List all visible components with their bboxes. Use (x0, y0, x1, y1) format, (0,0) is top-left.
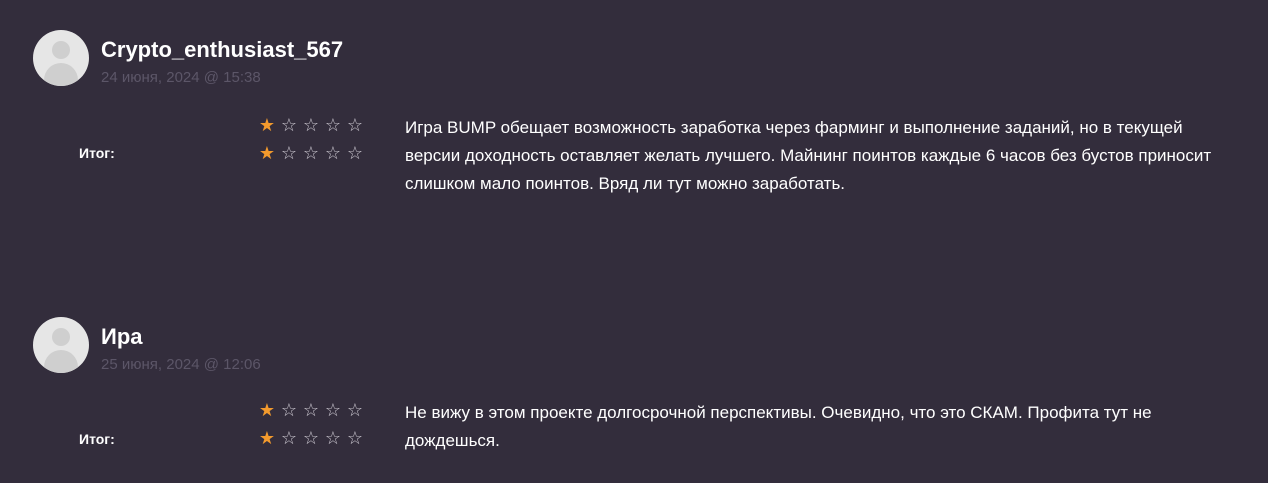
rating-stars: ★ ☆ ☆ ☆ ☆ (257, 401, 365, 421)
reviews-page: { "reviews": [ { "author": "Crypto_enthu… (0, 0, 1268, 483)
empty-star-icon: ☆ (280, 143, 298, 164)
review-author: Crypto_enthusiast_567 (101, 37, 344, 62)
empty-star-icon: ☆ (302, 400, 320, 421)
empty-star-icon: ☆ (346, 115, 364, 136)
filled-star-icon: ★ (258, 115, 276, 136)
empty-star-icon: ☆ (302, 143, 320, 164)
empty-star-icon: ☆ (324, 400, 342, 421)
rating-stars: ★ ☆ ☆ ☆ ☆ (257, 429, 365, 449)
total-label: Итог: (79, 145, 115, 161)
review-text: Игра BUMP обещает возможность заработка … (405, 118, 1212, 193)
user-avatar-icon (33, 317, 89, 373)
empty-star-icon: ☆ (302, 115, 320, 136)
empty-star-icon: ☆ (280, 400, 298, 421)
total-label: Итог: (79, 431, 115, 447)
review-text: Не вижу в этом проекте долгосрочной перс… (405, 403, 1152, 450)
user-avatar-icon (33, 30, 89, 86)
rating-stars: ★ ☆ ☆ ☆ ☆ (257, 116, 365, 136)
empty-star-icon: ☆ (346, 143, 364, 164)
empty-star-icon: ☆ (280, 428, 298, 449)
review-date: 24 июня, 2024 @ 15:38 (101, 69, 261, 86)
empty-star-icon: ☆ (324, 428, 342, 449)
review-author: Ира (101, 324, 143, 349)
filled-star-icon: ★ (258, 400, 276, 421)
empty-star-icon: ☆ (346, 428, 364, 449)
empty-star-icon: ☆ (324, 115, 342, 136)
empty-star-icon: ☆ (280, 115, 298, 136)
filled-star-icon: ★ (258, 143, 276, 164)
review-date: 25 июня, 2024 @ 12:06 (101, 356, 261, 373)
empty-star-icon: ☆ (346, 400, 364, 421)
filled-star-icon: ★ (258, 428, 276, 449)
empty-star-icon: ☆ (302, 428, 320, 449)
rating-stars: ★ ☆ ☆ ☆ ☆ (257, 144, 365, 164)
empty-star-icon: ☆ (324, 143, 342, 164)
